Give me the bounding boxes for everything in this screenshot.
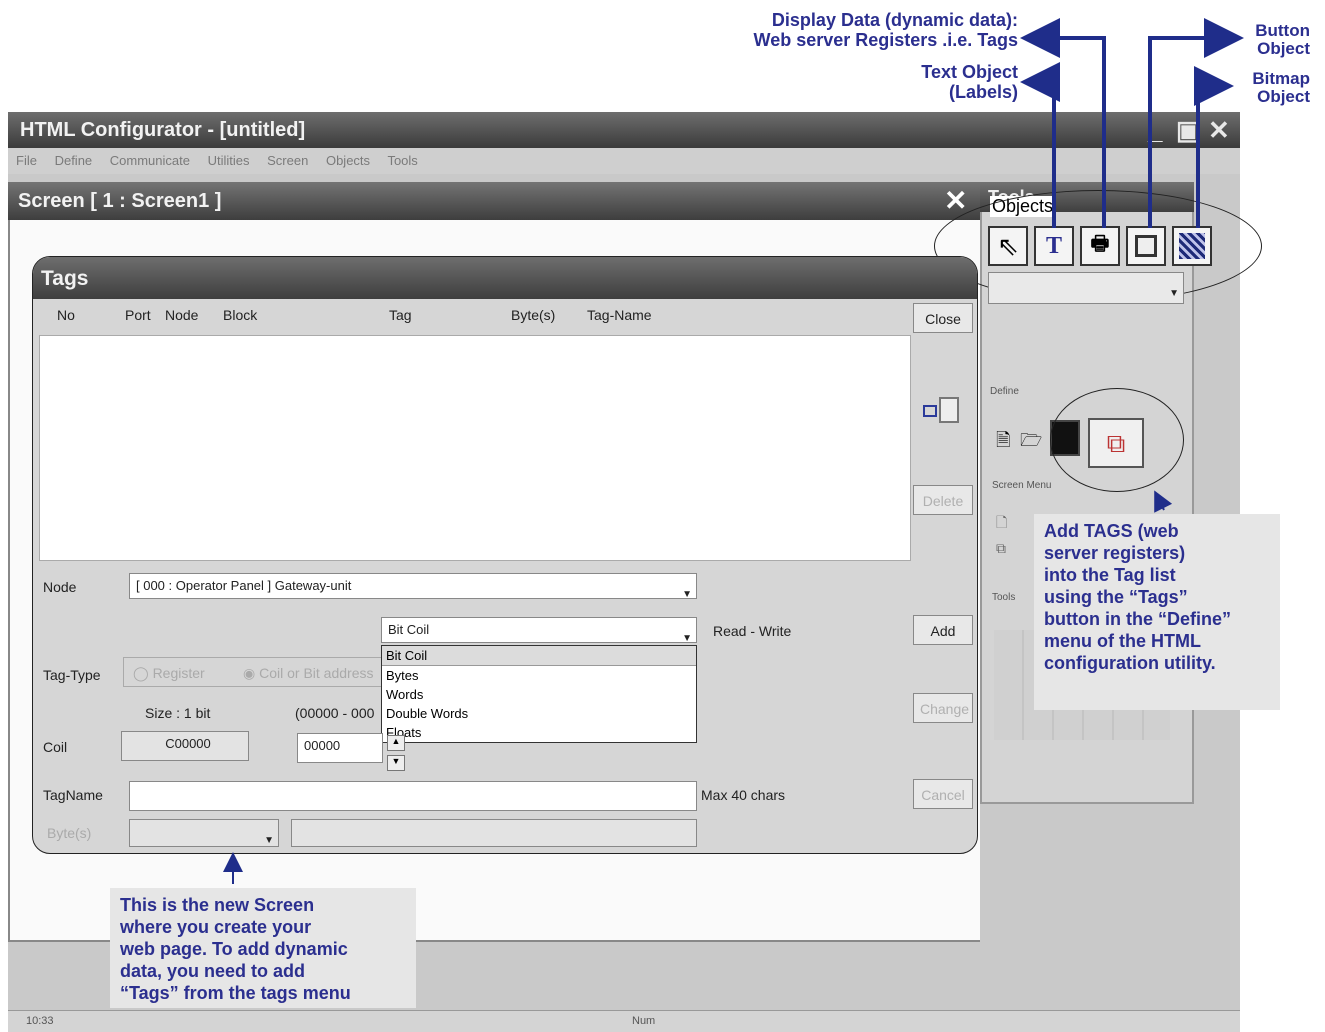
callout-display-data: Display Data (dynamic data): Web server … bbox=[753, 10, 1018, 50]
callout-add-tags: Add TAGS (web server registers) into the… bbox=[1034, 514, 1280, 710]
callout-text-object: Text Object (Labels) bbox=[921, 62, 1018, 102]
callout-button-object: Button Object bbox=[1255, 21, 1310, 58]
callout-bitmap-object: Bitmap Object bbox=[1252, 69, 1310, 106]
callout-new-screen: This is the new Screen where you create … bbox=[110, 888, 416, 1008]
